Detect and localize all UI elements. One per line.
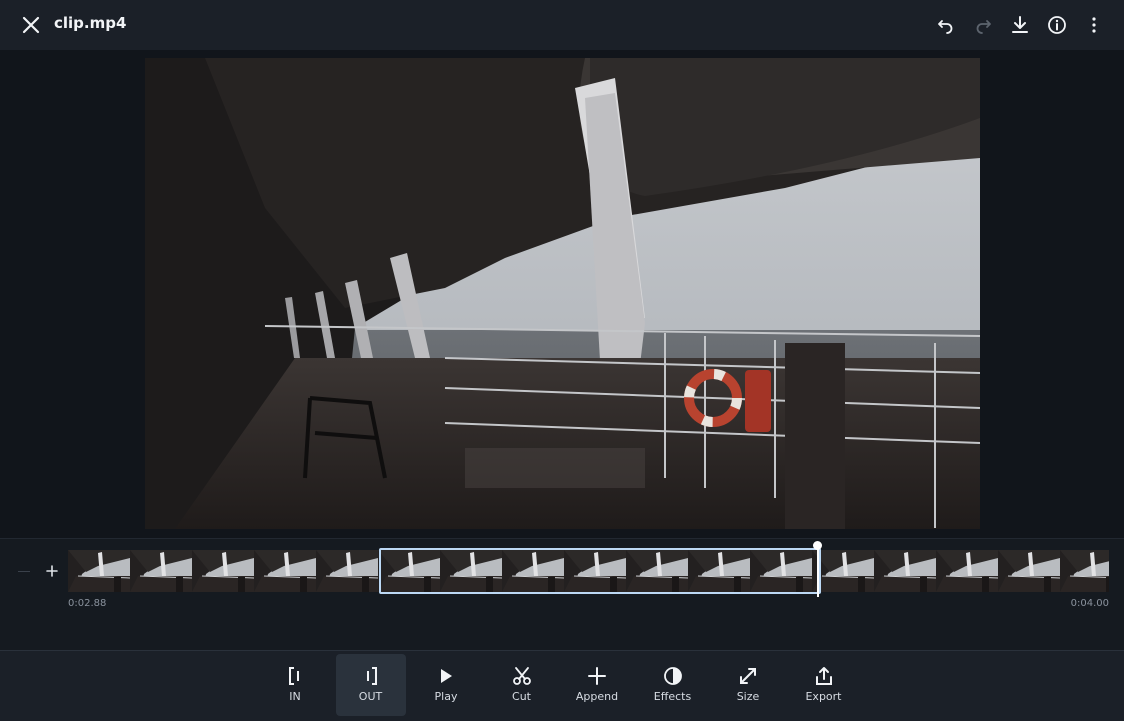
scissors-icon xyxy=(512,667,531,685)
filmstrip-frame xyxy=(254,550,316,592)
more-vert-icon xyxy=(1092,17,1096,33)
download-icon xyxy=(1012,16,1028,33)
share-icon xyxy=(815,667,832,685)
filmstrip-frame xyxy=(130,550,192,592)
tool-label-cut: Cut xyxy=(512,690,531,703)
playhead[interactable] xyxy=(817,545,819,597)
tool-label-out: OUT xyxy=(358,690,383,703)
video-stage xyxy=(0,50,1124,538)
tool-effects[interactable]: Effects xyxy=(638,654,708,716)
bottom-toolbar: IN OUT Play Cut Append Effects Size Expo… xyxy=(0,650,1124,721)
filmstrip-frame xyxy=(812,550,874,592)
playhead-handle[interactable] xyxy=(813,541,822,550)
tool-label-in: IN xyxy=(289,690,301,703)
in-point-icon xyxy=(289,667,299,685)
start-time: 0:02.88 xyxy=(68,598,107,609)
redo-icon xyxy=(976,20,991,34)
undo-button[interactable] xyxy=(928,7,964,43)
file-title: clip.mp4 xyxy=(54,14,127,32)
plus-icon xyxy=(588,667,606,685)
contrast-icon xyxy=(663,667,682,685)
tool-label-export: Export xyxy=(805,690,842,703)
top-app-bar: clip.mp4 xyxy=(0,0,1124,50)
close-button[interactable] xyxy=(13,7,49,43)
filmstrip-frame xyxy=(316,550,378,592)
tool-in[interactable]: IN xyxy=(260,654,330,716)
filmstrip-frame xyxy=(192,550,254,592)
tool-label-size: Size xyxy=(736,690,760,703)
undo-icon xyxy=(938,20,953,34)
close-icon xyxy=(22,16,40,34)
tool-label-append: Append xyxy=(575,690,619,703)
info-button[interactable] xyxy=(1039,7,1075,43)
filmstrip-frame xyxy=(936,550,998,592)
tool-size[interactable]: Size xyxy=(713,654,783,716)
tool-out[interactable]: OUT xyxy=(335,654,406,716)
more-button[interactable] xyxy=(1076,7,1112,43)
resize-icon xyxy=(740,668,756,684)
tool-export[interactable]: Export xyxy=(789,654,859,716)
filmstrip-frame xyxy=(874,550,936,592)
video-frame xyxy=(145,58,980,529)
filmstrip-frame xyxy=(68,550,130,592)
filmstrip-frame xyxy=(1060,550,1109,592)
top-actions xyxy=(928,7,1112,43)
plus-icon xyxy=(46,565,58,577)
add-clip-before-button[interactable] xyxy=(40,559,64,583)
tool-append[interactable]: Append xyxy=(562,654,632,716)
timeline-divider xyxy=(18,571,30,572)
info-icon xyxy=(1048,16,1066,34)
tool-cut[interactable]: Cut xyxy=(487,654,557,716)
out-point-icon xyxy=(366,667,377,685)
tool-label-play: Play xyxy=(434,690,458,703)
trim-selection[interactable] xyxy=(379,548,821,594)
video-preview[interactable] xyxy=(145,58,980,529)
redo-button[interactable] xyxy=(965,7,1001,43)
tool-label-effects: Effects xyxy=(653,690,692,703)
play-icon xyxy=(441,669,452,683)
filmstrip-frame xyxy=(998,550,1060,592)
end-time: 0:04.00 xyxy=(1070,598,1109,609)
timeline: 0:02.88 0:04.00 xyxy=(0,538,1124,651)
tool-play[interactable]: Play xyxy=(411,654,481,716)
download-button[interactable] xyxy=(1002,7,1038,43)
